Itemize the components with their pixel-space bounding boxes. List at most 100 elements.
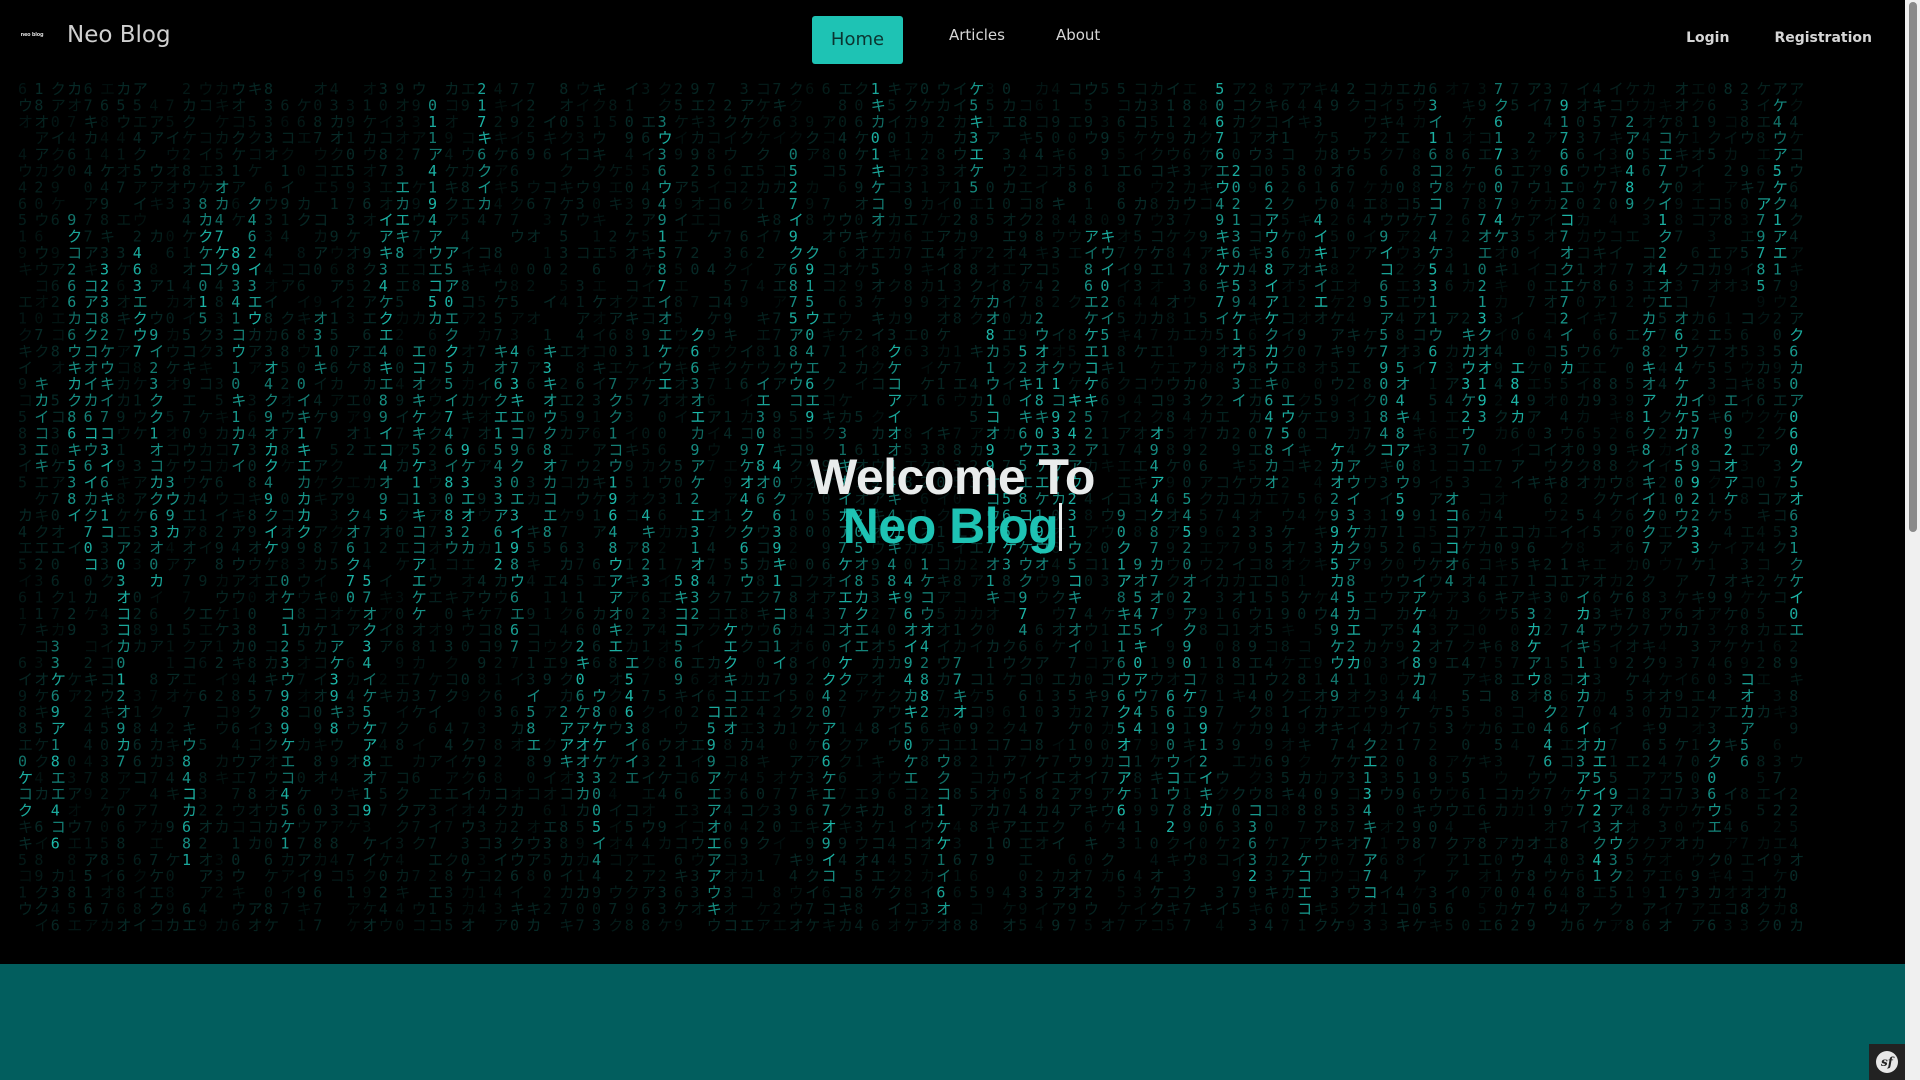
matrix-glyph: 6 <box>67 146 76 164</box>
matrix-glyph: 1 <box>772 342 781 360</box>
matrix-glyph: 5 <box>576 572 585 590</box>
matrix-glyph: イ <box>576 96 591 114</box>
nav-registration[interactable]: Registration <box>1774 30 1872 46</box>
matrix-glyph: ア <box>1445 310 1460 328</box>
matrix-glyph: キ <box>822 408 837 426</box>
matrix-glyph: ウ <box>1068 228 1083 246</box>
matrix-glyph: カ <box>1232 113 1247 131</box>
matrix-glyph: 3 <box>1215 588 1224 606</box>
matrix-glyph: 2 <box>740 703 749 721</box>
nav-login[interactable]: Login <box>1686 30 1729 46</box>
matrix-glyph: 6 <box>1379 851 1388 869</box>
matrix-glyph: 4 <box>723 802 732 820</box>
matrix-glyph: イ <box>477 375 492 393</box>
matrix-glyph: 6 <box>871 916 880 934</box>
matrix-glyph: ク <box>280 146 295 164</box>
matrix-glyph: 4 <box>248 424 257 442</box>
matrix-glyph: ク <box>395 818 410 836</box>
matrix-glyph: ケ <box>1084 310 1099 328</box>
matrix-glyph: ア <box>1199 162 1214 180</box>
matrix-glyph: ア <box>822 113 837 131</box>
matrix-glyph: 5 <box>1740 342 1749 360</box>
matrix-glyph: 7 <box>1068 605 1077 623</box>
matrix-glyph: 8 <box>1330 260 1339 278</box>
matrix-glyph: 8 <box>34 851 43 869</box>
matrix-glyph: エ <box>133 113 148 131</box>
matrix-glyph: 8 <box>887 572 896 590</box>
brand-logo: neo blog <box>18 30 46 40</box>
matrix-glyph: ク <box>1363 392 1378 410</box>
matrix-glyph: 0 <box>297 359 306 377</box>
matrix-glyph: 5 <box>1527 228 1536 246</box>
matrix-glyph: カ <box>1166 195 1181 213</box>
matrix-glyph: コ <box>346 802 361 820</box>
matrix-glyph: エ <box>1117 162 1132 180</box>
matrix-glyph: キ <box>526 556 541 574</box>
matrix-glyph: 2 <box>1461 228 1470 246</box>
nav-articles[interactable]: Articles <box>949 26 1005 44</box>
matrix-glyph: 4 <box>379 277 388 295</box>
matrix-glyph: キ <box>1576 638 1591 656</box>
matrix-glyph: 9 <box>707 752 716 770</box>
matrix-glyph: エ <box>969 146 984 164</box>
matrix-glyph: コ <box>67 244 82 262</box>
matrix-glyph: 2 <box>67 260 76 278</box>
matrix-glyph: 4 <box>871 851 880 869</box>
matrix-glyph: 6 <box>658 162 667 180</box>
matrix-glyph: キ <box>838 900 853 918</box>
matrix-glyph: ケ <box>1150 752 1165 770</box>
matrix-glyph: 4 <box>1510 392 1519 410</box>
matrix-glyph: 0 <box>395 605 404 623</box>
matrix-glyph: 8 <box>149 260 158 278</box>
matrix-glyph: コ <box>313 654 328 672</box>
matrix-glyph: ケ <box>264 556 279 574</box>
matrix-glyph: ケ <box>936 359 951 377</box>
matrix-glyph: ア <box>362 736 377 754</box>
matrix-glyph: ア <box>346 900 361 918</box>
matrix-glyph: 4 <box>1609 211 1618 229</box>
matrix-glyph: 0 <box>1576 195 1585 213</box>
matrix-glyph: オ <box>1068 867 1083 885</box>
matrix-glyph: イ <box>887 113 902 131</box>
matrix-glyph: ア <box>1068 785 1083 803</box>
matrix-glyph: 7 <box>133 342 142 360</box>
matrix-glyph: カ <box>936 96 951 114</box>
matrix-glyph: ク <box>428 375 443 393</box>
brand-link[interactable]: neo blog Neo Blog <box>18 22 171 48</box>
matrix-glyph: エ <box>690 736 705 754</box>
matrix-glyph: 3 <box>1576 129 1585 147</box>
matrix-glyph: 8 <box>248 621 257 639</box>
matrix-glyph: イ <box>297 867 312 885</box>
matrix-glyph: 8 <box>592 703 601 721</box>
matrix-glyph: 5 <box>18 556 27 574</box>
matrix-glyph: 0 <box>116 556 125 574</box>
matrix-glyph: キ <box>182 359 197 377</box>
matrix-glyph: エ <box>658 375 673 393</box>
nav-home[interactable]: Home <box>812 16 903 64</box>
matrix-glyph: オ <box>871 769 886 787</box>
matrix-glyph: 7 <box>936 687 945 705</box>
matrix-glyph: 7 <box>1658 326 1667 344</box>
matrix-glyph: 4 <box>838 129 847 147</box>
matrix-glyph: 3 <box>871 588 880 606</box>
matrix-glyph: ウ <box>1543 900 1558 918</box>
matrix-glyph: ケ <box>428 670 443 688</box>
matrix-glyph: コ <box>986 736 1001 754</box>
matrix-glyph: ウ <box>1248 605 1263 623</box>
matrix-glyph: コ <box>1297 638 1312 656</box>
matrix-glyph: 7 <box>510 80 519 98</box>
nav-about[interactable]: About <box>1056 26 1100 44</box>
matrix-glyph: 4 <box>1018 720 1027 738</box>
matrix-glyph: 1 <box>84 146 93 164</box>
matrix-glyph: オ <box>412 244 427 262</box>
matrix-glyph: コ <box>1182 670 1197 688</box>
matrix-glyph: 3 <box>1445 720 1454 738</box>
matrix-glyph: カ <box>1396 605 1411 623</box>
matrix-glyph: ケ <box>1297 851 1312 869</box>
matrix-glyph: 6 <box>1232 244 1241 262</box>
matrix-glyph: 5 <box>1428 720 1437 738</box>
matrix-glyph: 6 <box>1576 916 1585 934</box>
matrix-glyph: ウ <box>1609 621 1624 639</box>
matrix-glyph: 1 <box>428 178 437 196</box>
matrix-glyph: キ <box>297 408 312 426</box>
